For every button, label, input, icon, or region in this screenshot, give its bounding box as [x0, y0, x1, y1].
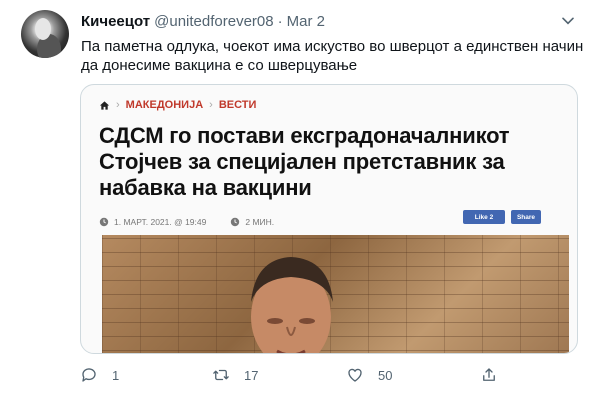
- person-photo: [251, 257, 333, 353]
- breadcrumb: › МАКЕДОНИЈА › ВЕСТИ: [99, 99, 569, 111]
- like-icon: [348, 368, 362, 382]
- reply-count: 1: [112, 367, 120, 383]
- like-button[interactable]: 50: [346, 366, 392, 384]
- read-time: 2 МИН.: [245, 217, 275, 227]
- article-headline: СДСМ го постави екс­градоначалникот Стој…: [99, 123, 510, 200]
- home-icon: [99, 100, 110, 110]
- tweet-media[interactable]: › МАКЕДОНИЈА › ВЕСТИ СДСМ го постави екс…: [80, 84, 578, 354]
- breadcrumb-separator: ›: [209, 99, 213, 111]
- clock-icon: [99, 217, 109, 227]
- read-time-icon: [231, 217, 240, 227]
- tweet-actions: 1 17 50: [80, 366, 500, 388]
- breadcrumb-separator: ›: [116, 99, 120, 111]
- breadcrumb-item-macedonia: МАКЕДОНИЈА: [125, 99, 204, 111]
- breadcrumb-item-news: ВЕСТИ: [218, 99, 257, 111]
- share-icon: [483, 368, 495, 381]
- tweet-text: Па паметна одлука, чоекот има искуство в…: [81, 38, 584, 74]
- like-count: 50: [378, 367, 393, 383]
- reply-button[interactable]: 1: [80, 366, 119, 384]
- tweet-date[interactable]: Mar 2: [287, 13, 325, 30]
- display-name[interactable]: Кичеецот: [81, 13, 150, 30]
- avatar[interactable]: [21, 10, 69, 58]
- user-handle[interactable]: @unitedforever08: [154, 13, 273, 30]
- facebook-share-button: Share: [511, 210, 541, 224]
- article-screenshot: › МАКЕДОНИЈА › ВЕСТИ СДСМ го постави екс…: [99, 99, 569, 227]
- tweet-header: Кичеецот @unitedforever08 · Mar 2: [81, 13, 325, 30]
- facebook-buttons: Like 2 Share: [463, 210, 541, 224]
- retweet-icon: [213, 369, 229, 381]
- reply-icon: [82, 368, 96, 382]
- retweet-button[interactable]: 17: [212, 366, 258, 384]
- separator-dot: ·: [277, 13, 283, 30]
- facebook-like-button: Like 2: [463, 210, 505, 224]
- more-icon[interactable]: [558, 10, 578, 30]
- retweet-count: 17: [244, 367, 259, 383]
- article-photo: [102, 235, 569, 353]
- share-button[interactable]: [480, 366, 498, 384]
- article-date: 1. МАРТ. 2021. @ 19:49: [114, 217, 207, 227]
